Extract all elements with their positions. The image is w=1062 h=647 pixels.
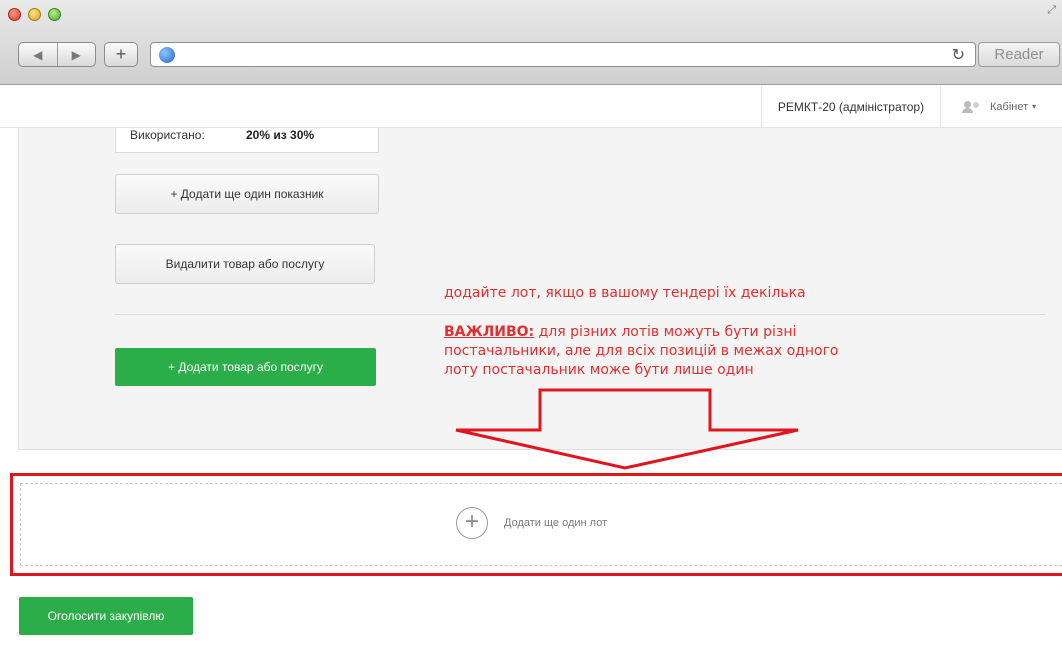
user-name-link[interactable]: РЕМКТ-20 (адміністратор): [761, 86, 941, 127]
add-indicator-button[interactable]: + Додати ще один показник: [115, 174, 379, 214]
down-arrow-annotation: [455, 388, 799, 470]
back-forward-control: ◀ ▶: [18, 42, 96, 67]
annotation-add-lot: додайте лот, якщо в вашому тендері їх де…: [444, 285, 806, 301]
cabinet-menu[interactable]: Кабінет ▾: [962, 86, 1036, 127]
fullscreen-icon[interactable]: ⤢: [1047, 4, 1056, 17]
important-label: ВАЖЛИВО:: [444, 324, 535, 340]
divider: [115, 314, 1045, 315]
reader-button[interactable]: Reader: [978, 42, 1060, 67]
forward-arrow-icon[interactable]: ▶: [57, 48, 95, 62]
address-bar[interactable]: ↻: [150, 42, 976, 67]
browser-toolbar: ⤢ ◀ ▶ + ↻ Reader: [0, 0, 1062, 85]
zoom-window-button[interactable]: [48, 8, 61, 21]
usage-value: 20% из 30%: [246, 128, 315, 142]
usage-label: Використано:: [130, 128, 205, 142]
add-lot-button[interactable]: + Додати ще один лот: [456, 506, 607, 540]
users-icon: [962, 100, 984, 113]
add-lot-label: Додати ще один лот: [504, 517, 608, 529]
caret-down-icon: ▾: [1032, 102, 1037, 111]
new-tab-button[interactable]: +: [104, 42, 138, 67]
delete-item-button[interactable]: Видалити товар або послугу: [115, 244, 375, 284]
plus-icon: +: [115, 44, 127, 64]
cabinet-label: Кабінет: [990, 100, 1029, 113]
close-window-button[interactable]: [8, 8, 21, 21]
browser-window: ⤢ ◀ ▶ + ↻ Reader РЕМКТ-20 (адміністратор…: [0, 0, 1062, 647]
reload-icon[interactable]: ↻: [952, 45, 965, 65]
annotation-important: ВАЖЛИВО: для різних лотів можуть бути рі…: [444, 323, 864, 380]
plus-circle-icon: +: [456, 507, 488, 539]
globe-icon: [159, 47, 175, 63]
site-header: РЕМКТ-20 (адміністратор) Кабінет ▾: [0, 86, 1062, 128]
announce-procurement-button[interactable]: Оголосити закупівлю: [19, 597, 193, 635]
usage-box: Використано: 20% из 30%: [115, 128, 379, 153]
back-arrow-icon[interactable]: ◀: [19, 48, 57, 62]
add-item-button[interactable]: + Додати товар або послугу: [115, 348, 376, 386]
minimize-window-button[interactable]: [28, 8, 41, 21]
